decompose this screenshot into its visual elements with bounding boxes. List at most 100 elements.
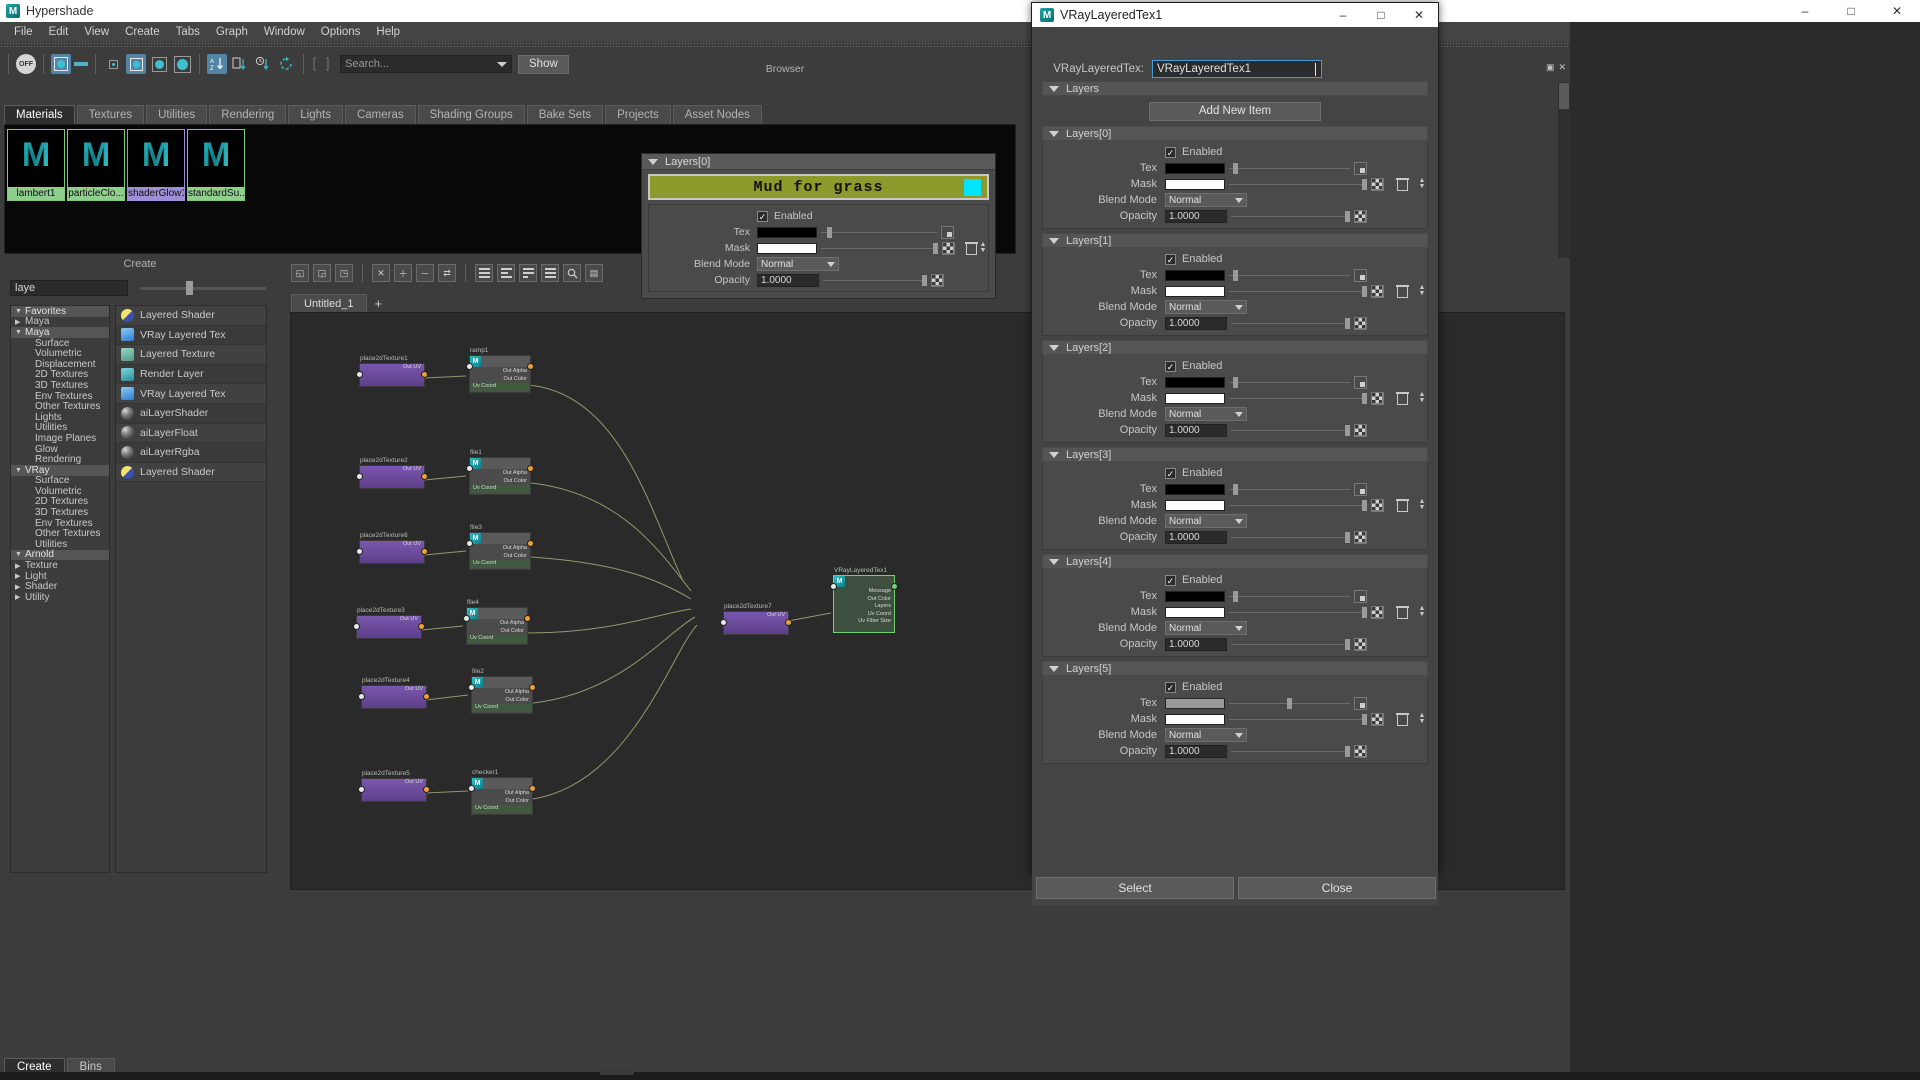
layer-blend-mode-row[interactable]: Blend Mode Normal	[1043, 727, 1427, 743]
tree-item-other-textures[interactable]: Other Textures	[11, 401, 109, 412]
node-editor-settings-icon[interactable]: ▤	[585, 264, 603, 282]
chevron-down-icon[interactable]: ▼	[15, 308, 25, 315]
layer-enabled-row[interactable]: ✓ Enabled	[1043, 465, 1427, 481]
layer-tex-slider[interactable]	[1229, 697, 1350, 709]
graph-node[interactable]: place2dTexture1 Out UV	[356, 355, 428, 387]
reorder-layer-icon[interactable]: ▲ ▼	[1417, 498, 1427, 512]
collapse-triangle-icon[interactable]	[1049, 344, 1059, 351]
chevron-down-icon[interactable]	[1235, 518, 1243, 524]
layer-mask-row[interactable]: Mask ▲ ▼	[1043, 711, 1427, 727]
tree-item-arnold[interactable]: ▼ Arnold	[11, 549, 109, 560]
graph-node[interactable]: file1 M Out Alpha Out Color Uv Coord	[466, 449, 534, 495]
layer-opacity-input[interactable]: 1.0000	[1165, 637, 1227, 651]
tree-item-env-textures[interactable]: Env Textures	[11, 518, 109, 529]
layer-block-header[interactable]: Layers[5]	[1042, 661, 1428, 676]
layer-mask-map-button[interactable]	[1371, 284, 1384, 298]
menu-window[interactable]: Window	[256, 24, 313, 40]
layer-mask-map-button[interactable]	[1371, 605, 1384, 619]
chevron-down-icon[interactable]	[827, 261, 835, 267]
node-input-port[interactable]	[468, 684, 475, 691]
add-new-item-row[interactable]: Add New Item	[1042, 100, 1428, 122]
layer-enabled-checkbox[interactable]: ✓	[1165, 253, 1176, 265]
tab-textures[interactable]: Textures	[76, 105, 145, 124]
graph-node[interactable]: ramp1 M Out Alpha Out Color Uv Coord	[466, 347, 534, 393]
layers-section-header[interactable]: Layers	[1042, 81, 1428, 96]
os-maximize-button[interactable]: □	[1828, 0, 1874, 22]
dialog-name-row[interactable]: VRayLayeredTex: VRayLayeredTex1	[1032, 57, 1438, 81]
collapse-triangle-icon[interactable]	[648, 158, 658, 165]
node-input-port[interactable]	[463, 615, 470, 622]
create-list-item[interactable]: Layered Shader	[116, 462, 266, 483]
layer-block-header[interactable]: Layers[2]	[1042, 340, 1428, 355]
chevron-down-icon[interactable]	[1235, 411, 1243, 417]
tab-bake-sets[interactable]: Bake Sets	[526, 105, 604, 124]
node-input-port[interactable]	[358, 693, 365, 700]
layer-mask-slider[interactable]	[1229, 713, 1367, 725]
reorder-layer-icon[interactable]: ▲ ▼	[1417, 605, 1427, 619]
dialog-maximize-button[interactable]: □	[1362, 3, 1400, 27]
layer-enabled-checkbox[interactable]: ✓	[1165, 681, 1176, 693]
layer-block[interactable]: Layers[3] ✓ Enabled Tex Mask ▲ ▼ Blend Mode Norm…	[1042, 447, 1428, 550]
layer-block-header[interactable]: Layers[0]	[1042, 126, 1428, 141]
layer-mask-map-button[interactable]	[1371, 391, 1384, 405]
layer-mask-slider[interactable]	[1229, 178, 1367, 190]
graph-node[interactable]: checker1 M Out Alpha Out Color Uv Coord	[468, 769, 536, 815]
tex-slider[interactable]	[821, 226, 937, 238]
tree-item-light[interactable]: ▶ Light	[11, 571, 109, 582]
layer-enabled-row[interactable]: ✓ Enabled	[1043, 572, 1427, 588]
layer-opacity-row[interactable]: Opacity 1.0000	[1043, 743, 1427, 759]
layer-mask-slider[interactable]	[1229, 392, 1367, 404]
layer-opacity-map-button[interactable]	[1354, 316, 1367, 330]
tab-rendering[interactable]: Rendering	[209, 105, 287, 124]
create-list-item[interactable]: Render Layer	[116, 364, 266, 385]
delete-layer-icon[interactable]	[1396, 712, 1409, 726]
layer-color-swatch[interactable]	[964, 179, 981, 196]
create-list-item[interactable]: Layered Shader	[116, 306, 266, 326]
tree-item-glow[interactable]: Glow	[11, 444, 109, 455]
mask-slider[interactable]	[821, 242, 938, 254]
browser-panel-controls[interactable]: ▣ ✕	[1546, 62, 1566, 73]
layer-opacity-slider[interactable]	[1231, 210, 1350, 222]
dialog-titlebar[interactable]: M VRayLayeredTex1 – □ ✕	[1032, 3, 1438, 27]
menu-graph[interactable]: Graph	[208, 24, 256, 40]
clear-graph-icon[interactable]: ✕	[372, 264, 390, 282]
node-output-port[interactable]	[421, 371, 428, 378]
delete-layer-icon[interactable]	[965, 241, 978, 255]
layer-tex-row[interactable]: Tex	[1043, 160, 1427, 176]
create-category-tree[interactable]: ▼ Favorites ▶ Maya ▼ Maya Surface Volumetric Dis…	[10, 305, 110, 873]
node-input-port[interactable]	[830, 583, 837, 590]
layer-blend-mode-row[interactable]: Blend Mode Normal	[1043, 406, 1427, 422]
layer-mask-row[interactable]: Mask ▲ ▼	[1043, 497, 1427, 513]
layer-tex-color-swatch[interactable]	[1165, 697, 1225, 709]
graph-node[interactable]: place2dTexture4 Out UV	[358, 677, 430, 709]
material-swatch-standardsurface[interactable]: M standardSu...	[187, 129, 245, 201]
layer-tex-map-button[interactable]	[1354, 161, 1367, 175]
layer-mask-row[interactable]: Mask ▲ ▼	[1043, 604, 1427, 620]
create-list-item[interactable]: aiLayerShader	[116, 403, 266, 424]
collapse-triangle-icon[interactable]	[1049, 558, 1059, 565]
layer-blend-mode-select[interactable]: Normal	[1165, 728, 1247, 742]
tree-item-surface[interactable]: Surface	[11, 338, 109, 349]
chevron-down-icon[interactable]	[1235, 625, 1243, 631]
layer-opacity-slider[interactable]	[1231, 424, 1350, 436]
layer-tex-color-swatch[interactable]	[1165, 376, 1225, 388]
browser-close-icon[interactable]: ✕	[1558, 62, 1566, 73]
layer-opacity-map-button[interactable]	[1354, 530, 1367, 544]
node-output-port[interactable]	[527, 363, 534, 370]
graph-node[interactable]: file2 M Out Alpha Out Color Uv Coord	[468, 668, 536, 714]
tab-lights[interactable]: Lights	[288, 105, 343, 124]
chevron-right-icon[interactable]: ▶	[15, 593, 25, 601]
graph-input-output-icon[interactable]: ◲	[313, 264, 331, 282]
layer-tex-row[interactable]: Tex	[1043, 374, 1427, 390]
rearrange-graph-icon[interactable]: ⇄	[438, 264, 456, 282]
create-list-item[interactable]: Layered Texture	[116, 345, 266, 365]
delete-layer-icon[interactable]	[1396, 177, 1409, 191]
layer-opacity-slider[interactable]	[1231, 531, 1350, 543]
tree-item-image-planes[interactable]: Image Planes	[11, 433, 109, 444]
layer-tex-row[interactable]: Tex	[1043, 481, 1427, 497]
graph-node[interactable]: place2dTexture7 Out UV	[720, 603, 792, 635]
close-button[interactable]: Close	[1238, 877, 1436, 899]
tree-item-maya[interactable]: ▼ Maya	[11, 327, 109, 338]
tree-item-lights[interactable]: Lights	[11, 412, 109, 423]
layer-blend-mode-row[interactable]: Blend Mode Normal	[1043, 513, 1427, 529]
